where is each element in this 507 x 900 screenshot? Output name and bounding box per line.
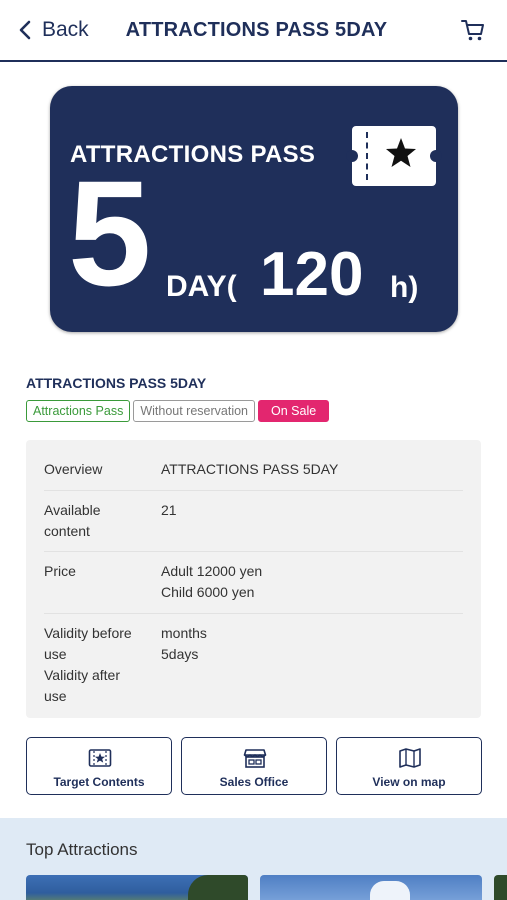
hero-days-number: 5 (68, 149, 152, 317)
map-icon (399, 748, 421, 768)
info-row-validity: Validity before use Validity after use m… (44, 614, 463, 707)
sales-office-button[interactable]: Sales Office (181, 737, 327, 795)
info-key-available-content: Available content (44, 500, 161, 551)
pass-hero-image: ATTRACTIONS PASS 5 DAY( 120 h) (50, 86, 458, 332)
cart-icon[interactable] (460, 17, 486, 43)
badge-without-reservation: Without reservation (133, 400, 256, 422)
info-key-price: Price (44, 563, 76, 579)
star-icon (386, 138, 416, 167)
info-row-price: Price Adult 12000 yen Child 6000 yen (44, 552, 463, 614)
validity-after-value: 5days (161, 646, 199, 662)
target-contents-button[interactable]: Target Contents (26, 737, 172, 795)
badge-on-sale: On Sale (258, 400, 330, 422)
hero-hours-number: 120 (260, 240, 364, 309)
info-value-overview: ATTRACTIONS PASS 5DAY (161, 461, 339, 477)
view-on-map-label: View on map (372, 775, 446, 789)
page-title: ATTRACTIONS PASS 5DAY (125, 19, 388, 41)
badge-attractions-pass: Attractions Pass (26, 400, 131, 422)
badge-row: Attractions Pass Without reservation On … (26, 400, 330, 422)
store-icon (243, 749, 267, 768)
attraction-card-image[interactable] (494, 875, 507, 900)
validity-before-value: months (161, 625, 207, 641)
info-value-validity: months 5days (161, 623, 463, 707)
sales-office-label: Sales Office (219, 775, 289, 789)
info-key-line: use (44, 688, 67, 704)
info-row-overview: Overview ATTRACTIONS PASS 5DAY (44, 440, 463, 491)
price-adult: Adult 12000 yen (161, 563, 263, 579)
hero-day-text: DAY( (166, 270, 237, 303)
info-key-line: Available (44, 502, 101, 518)
info-key-line: use (44, 646, 67, 662)
view-on-map-button[interactable]: View on map (336, 737, 482, 795)
top-attractions-heading: Top Attractions (26, 840, 138, 859)
app-header: Back ATTRACTIONS PASS 5DAY (0, 0, 507, 62)
hero-hours-suffix: h) (390, 271, 419, 304)
ticket-star-icon (346, 126, 442, 186)
info-value-available-content: 21 (161, 502, 177, 518)
info-key-validity: Validity before use Validity after use (44, 623, 161, 707)
price-child: Child 6000 yen (161, 584, 255, 600)
info-key-line: Validity after (44, 667, 120, 683)
target-contents-label: Target Contents (53, 775, 145, 789)
info-key-line: Validity before (44, 625, 132, 641)
top-attractions-section: Top Attractions (0, 818, 507, 900)
info-row-available-content: Available content 21 (44, 491, 463, 552)
attraction-card-image[interactable] (260, 875, 482, 900)
pass-name: ATTRACTIONS PASS 5DAY (26, 375, 207, 391)
info-key-overview: Overview (44, 461, 103, 477)
attraction-card-image[interactable] (26, 875, 248, 900)
action-buttons: Target Contents Sales Office View on map (26, 737, 482, 795)
pass-info-table: Overview ATTRACTIONS PASS 5DAY Available… (26, 440, 481, 718)
info-value-price: Adult 12000 yen Child 6000 yen (161, 561, 463, 613)
info-key-line: content (44, 523, 90, 539)
ticket-star-icon (88, 749, 112, 767)
